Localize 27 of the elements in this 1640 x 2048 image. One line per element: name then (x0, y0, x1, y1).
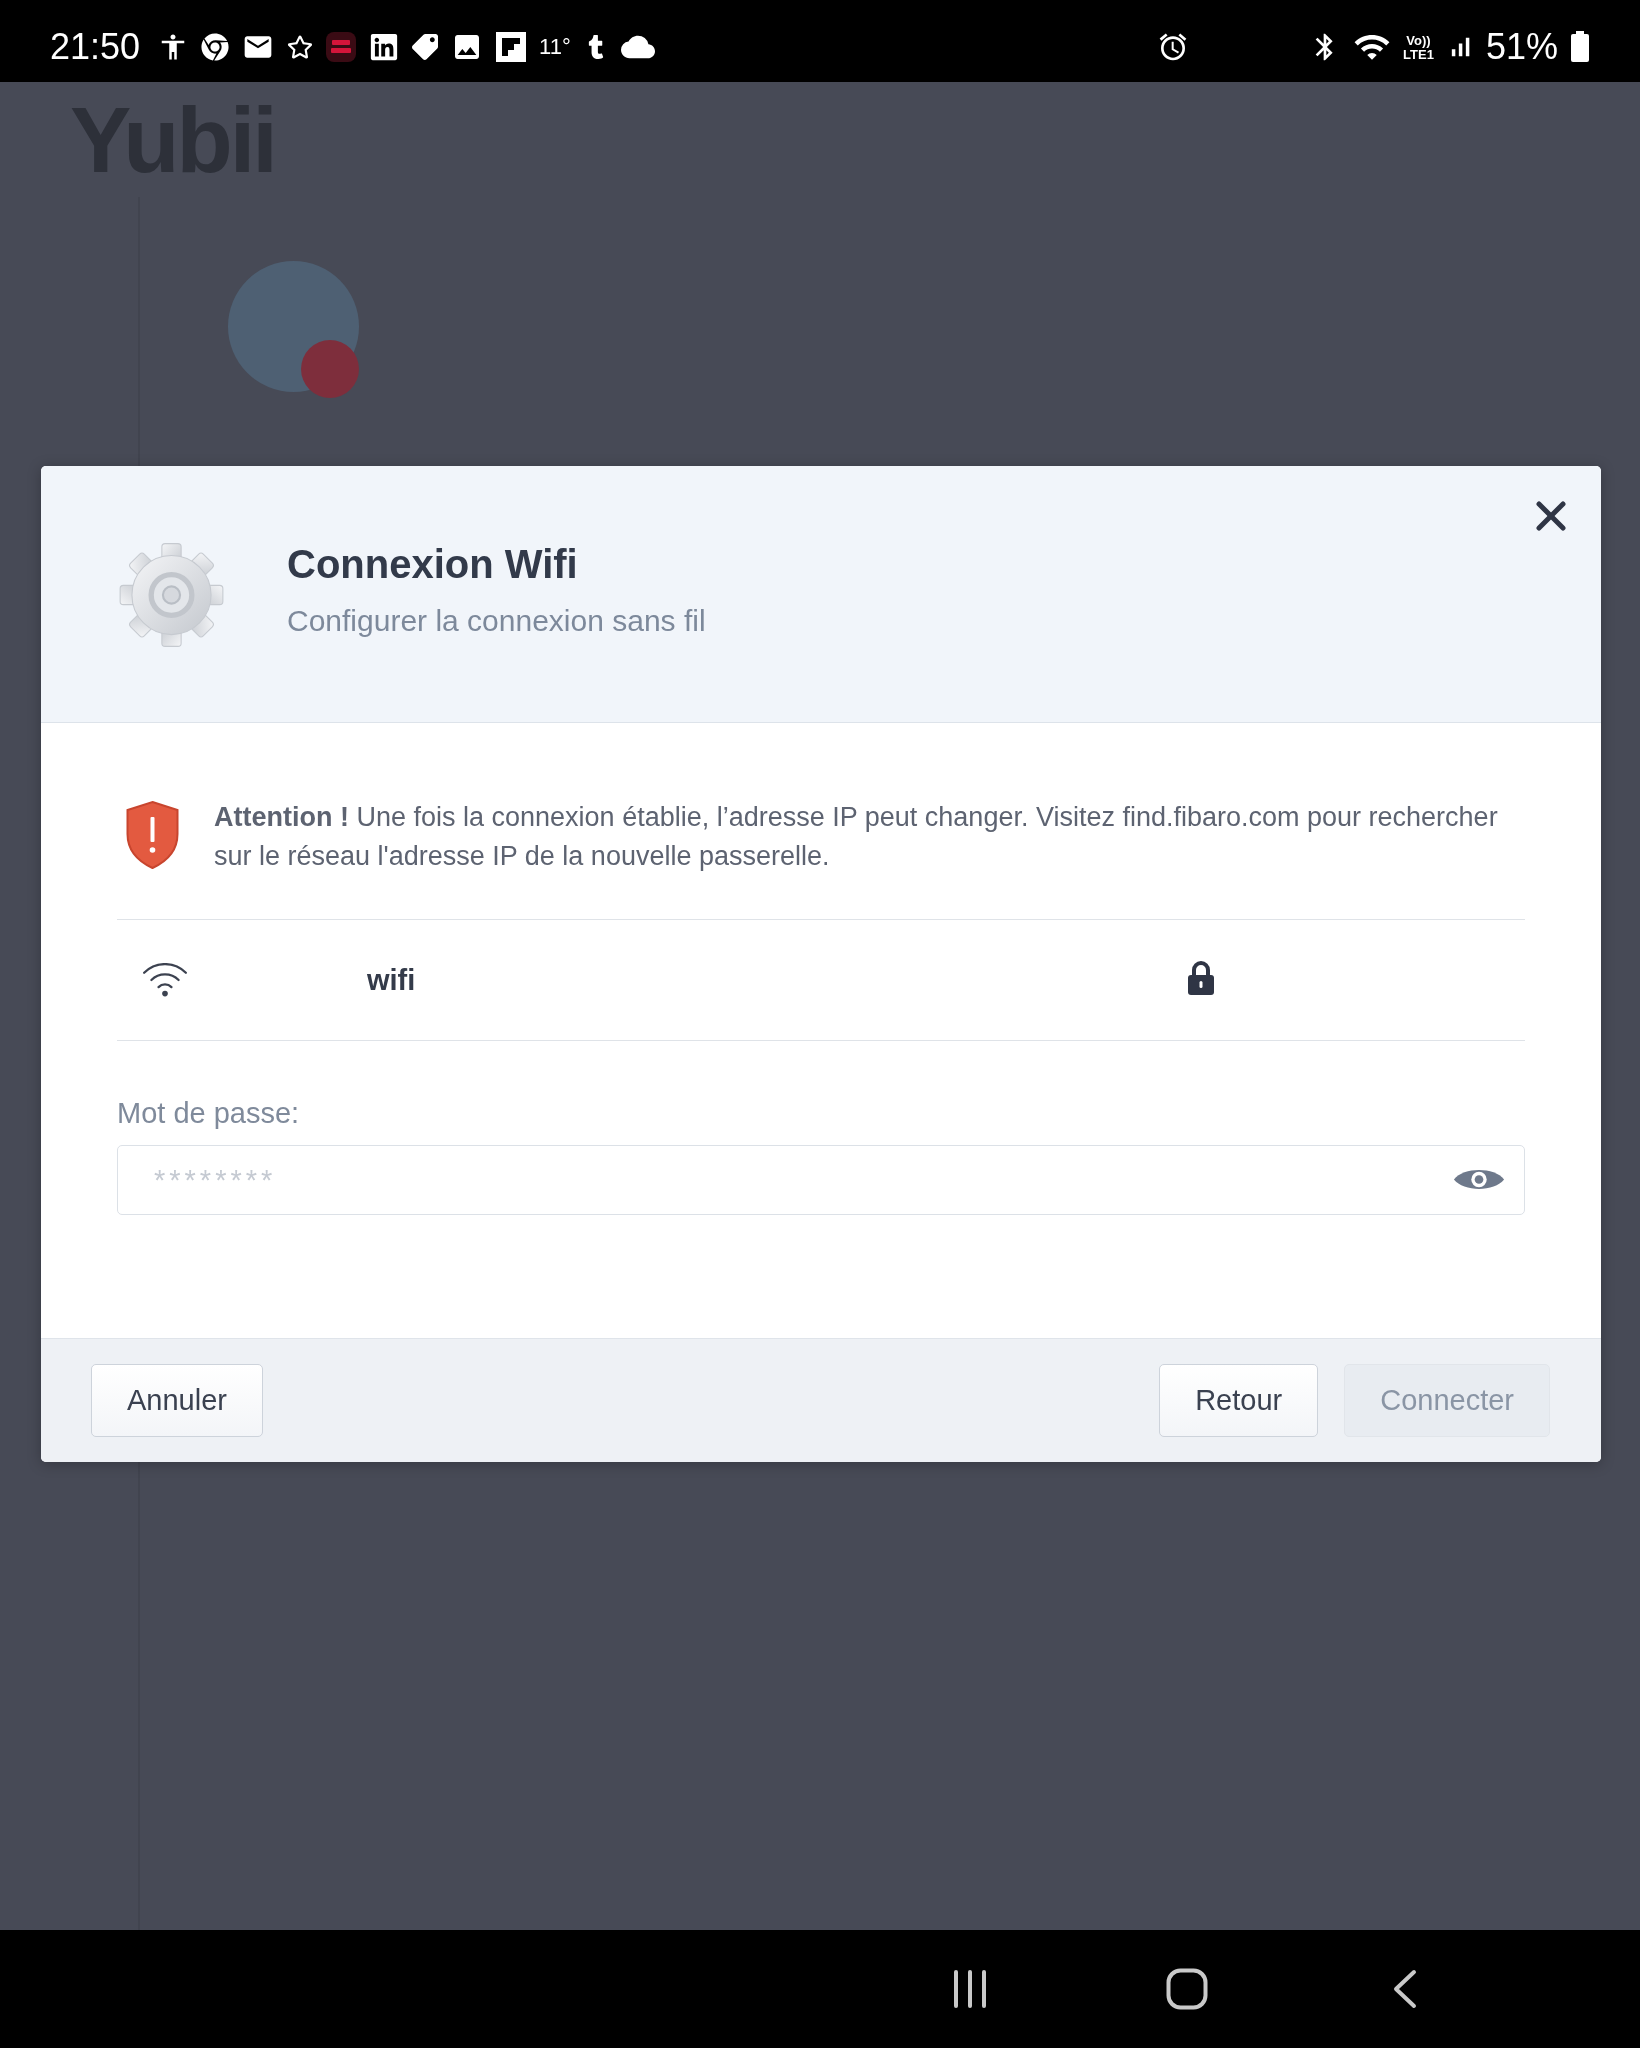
dialog-button[interactable]: Retour (1159, 1364, 1319, 1437)
temperature-text: 11° (539, 34, 571, 60)
gear-icon (118, 540, 225, 650)
star-icon (287, 34, 314, 60)
warning-shield-icon (125, 800, 180, 870)
dialog-subtitle: Configurer la connexion sans fil (287, 603, 706, 639)
tag-icon (412, 34, 439, 60)
battery-icon (1570, 31, 1590, 63)
clock-time: 21:50 (50, 26, 141, 68)
volte-label: Vo)) (1406, 33, 1431, 47)
status-dot-icon (301, 340, 359, 398)
round-logo-icon (201, 33, 230, 61)
close-button[interactable] (1535, 500, 1567, 532)
network-row[interactable]: wifi (117, 919, 1525, 1041)
app-icon (326, 32, 357, 62)
network-name: wifi (367, 963, 417, 997)
home-icon[interactable] (1166, 1968, 1208, 2010)
password-field[interactable]: ******** (117, 1145, 1525, 1215)
stepped-square-icon (496, 32, 527, 62)
dialog-title: Connexion Wifi (287, 541, 579, 588)
lte-label: LTE1 (1403, 47, 1434, 61)
wifi-icon (141, 963, 189, 997)
square-app-icon (369, 32, 400, 62)
warning-message: Attention ! Une fois la connexion établie, l’adresse IP peut changer. Visitez find.fibaro.com pour rechercher sur le réseau l'adresse IP de la nouvelle passerelle. (214, 801, 1499, 873)
battery-percent: 51% (1485, 26, 1558, 68)
dialog-button[interactable]: Annuler (91, 1364, 263, 1437)
password-label: Mot de passe: (117, 1096, 301, 1131)
